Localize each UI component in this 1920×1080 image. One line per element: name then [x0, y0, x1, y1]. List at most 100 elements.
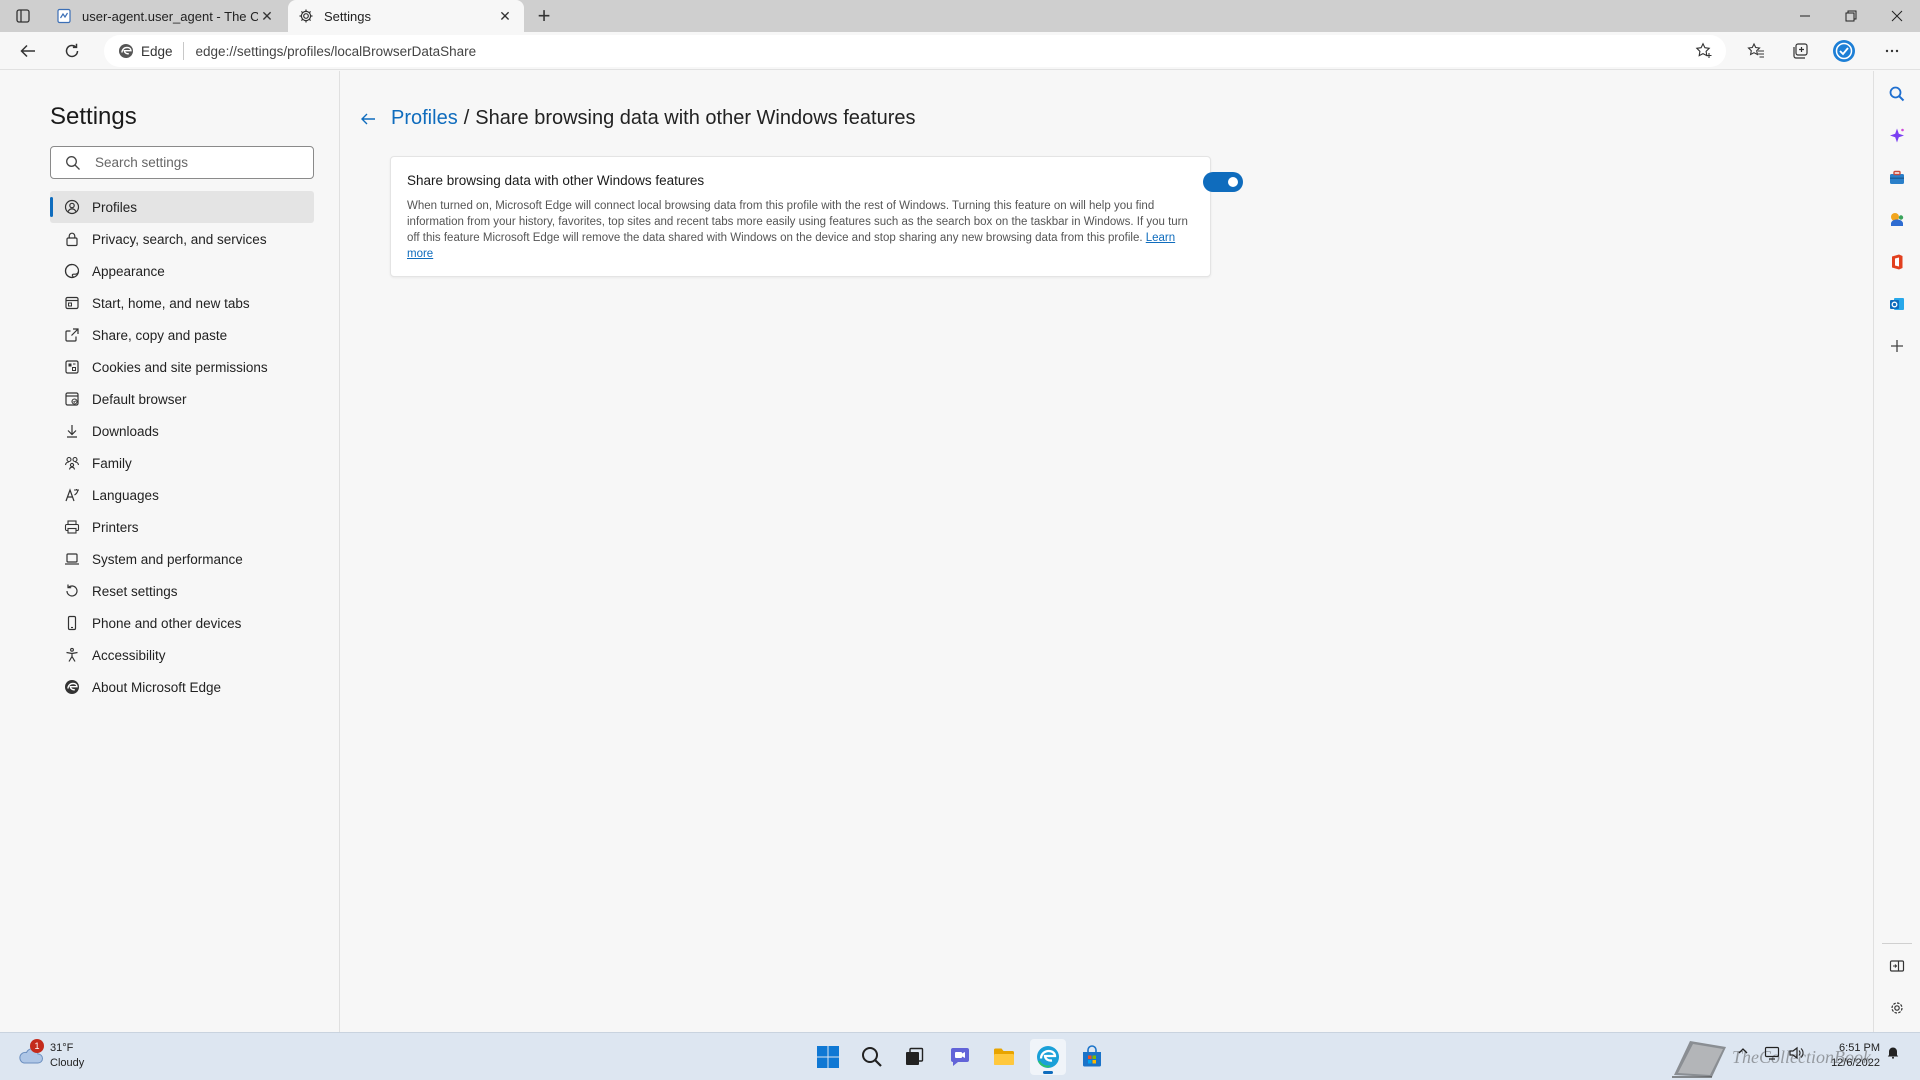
settings-sidebar: Settings Profiles Privacy, search, and s…	[0, 71, 340, 1032]
sidebar-item-system[interactable]: System and performance	[50, 543, 314, 575]
minimize-button[interactable]	[1782, 0, 1828, 32]
edge-sidebar	[1873, 71, 1920, 1032]
show-hidden-icons-chevron-icon[interactable]	[1734, 1045, 1752, 1057]
sidebar-item-label: Phone and other devices	[92, 615, 242, 631]
profile-icon	[64, 199, 80, 215]
system-clock[interactable]: 6:51 PM 12/6/2022	[1816, 1041, 1880, 1071]
back-arrow-icon[interactable]	[357, 108, 379, 130]
sidebar-item-about[interactable]: About Microsoft Edge	[50, 671, 314, 703]
add-favorite-icon[interactable]	[1694, 41, 1714, 61]
close-tab-icon[interactable]: ✕	[258, 7, 276, 25]
split-screen-icon[interactable]	[1886, 955, 1908, 977]
favorites-button[interactable]	[1742, 37, 1770, 65]
search-icon	[65, 155, 81, 171]
reset-icon	[64, 583, 80, 599]
sidebar-item-appearance[interactable]: Appearance	[50, 255, 314, 287]
notification-bell-icon[interactable]	[1884, 1045, 1902, 1059]
edge-taskbar-icon[interactable]	[1030, 1039, 1066, 1075]
sidebar-item-label: Reset settings	[92, 583, 178, 599]
sidebar-item-family[interactable]: Family	[50, 447, 314, 479]
url-text: edge://settings/profiles/localBrowserDat…	[195, 43, 477, 59]
site-info-chip[interactable]: Edge	[118, 42, 184, 60]
sidebar-item-share-copy[interactable]: Share, copy and paste	[50, 319, 314, 351]
new-tab-button[interactable]: +	[532, 3, 556, 28]
sidebar-item-label: Downloads	[92, 423, 159, 439]
sidebar-item-label: Privacy, search, and services	[92, 231, 267, 247]
address-bar[interactable]: Edge edge://settings/profiles/localBrows…	[104, 35, 1726, 67]
document-favicon-icon	[56, 8, 72, 24]
toggle-knob	[1228, 177, 1238, 187]
sidebar-item-printers[interactable]: Printers	[50, 511, 314, 543]
weather-condition: Cloudy	[50, 1057, 85, 1069]
sidebar-item-default-browser[interactable]: Default browser	[50, 383, 314, 415]
windows-taskbar: 1 31°F Cloudy TheCollectionBook 6:51 PM …	[0, 1032, 1920, 1080]
active-app-indicator	[1043, 1071, 1053, 1074]
phone-icon	[64, 615, 80, 631]
back-button[interactable]	[14, 37, 42, 65]
taskbar-search-icon[interactable]	[854, 1039, 890, 1075]
weather-widget[interactable]: 1 31°F Cloudy	[18, 1039, 85, 1071]
breadcrumb: Profiles / Share browsing data with othe…	[357, 107, 916, 130]
languages-icon	[64, 487, 80, 503]
lock-icon	[64, 231, 80, 247]
sidebar-item-accessibility[interactable]: Accessibility	[50, 639, 314, 671]
sidebar-item-label: Share, copy and paste	[92, 327, 228, 343]
restore-button[interactable]	[1828, 0, 1874, 32]
download-icon	[64, 423, 80, 439]
edge-logo-icon	[64, 679, 80, 695]
sidebar-item-privacy[interactable]: Privacy, search, and services	[50, 223, 314, 255]
book-watermark-icon	[1664, 1035, 1742, 1079]
more-menu-icon[interactable]	[1878, 37, 1906, 65]
site-label: Edge	[141, 43, 173, 59]
sidebar-item-label: System and performance	[92, 551, 243, 567]
weather-temp: 31°F	[50, 1042, 74, 1054]
search-input[interactable]	[95, 155, 295, 170]
tab-settings[interactable]: Settings ✕	[288, 0, 524, 32]
share-data-toggle[interactable]	[1203, 172, 1243, 192]
cloud-icon: 1	[18, 1039, 44, 1067]
file-explorer-icon[interactable]	[986, 1039, 1022, 1075]
sidebar-item-start-home[interactable]: Start, home, and new tabs	[50, 287, 314, 319]
sidebar-item-languages[interactable]: Languages	[50, 479, 314, 511]
volume-icon[interactable]	[1786, 1045, 1806, 1061]
search-box[interactable]	[50, 146, 314, 179]
search-icon[interactable]	[1886, 83, 1908, 105]
office-icon[interactable]	[1886, 251, 1908, 273]
edge-logo-icon	[118, 43, 134, 59]
profile-avatar[interactable]	[1830, 37, 1858, 65]
refresh-button[interactable]	[58, 37, 86, 65]
home-tabs-icon	[64, 295, 80, 311]
clock-time: 6:51 PM	[1839, 1042, 1880, 1054]
breadcrumb-profiles-link[interactable]: Profiles	[391, 107, 458, 130]
setting-title: Share browsing data with other Windows f…	[407, 173, 705, 188]
games-icon[interactable]	[1886, 209, 1908, 231]
sidebar-settings-gear-icon[interactable]	[1886, 997, 1908, 1019]
sidebar-item-label: Cookies and site permissions	[92, 359, 268, 375]
task-view-icon[interactable]	[896, 1039, 932, 1075]
tab-actions-icon[interactable]	[12, 6, 34, 26]
tab-user-agent[interactable]: user-agent.user_agent - The Coll ✕	[46, 0, 286, 32]
microsoft-store-icon[interactable]	[1074, 1039, 1110, 1075]
sidebar-item-cookies[interactable]: Cookies and site permissions	[50, 351, 314, 383]
network-monitor-icon[interactable]	[1762, 1045, 1782, 1061]
teams-chat-icon[interactable]	[942, 1039, 978, 1075]
sidebar-item-label: Family	[92, 455, 132, 471]
sidebar-item-label: Start, home, and new tabs	[92, 295, 250, 311]
start-button[interactable]	[810, 1039, 846, 1075]
sidebar-item-profiles[interactable]: Profiles	[50, 191, 314, 223]
tab-title: user-agent.user_agent - The Coll	[82, 8, 258, 24]
tools-briefcase-icon[interactable]	[1886, 167, 1908, 189]
sidebar-item-label: Accessibility	[92, 647, 166, 663]
sidebar-item-downloads[interactable]: Downloads	[50, 415, 314, 447]
gear-icon	[298, 8, 314, 24]
close-window-button[interactable]	[1874, 0, 1920, 32]
outlook-icon[interactable]	[1886, 293, 1908, 315]
sidebar-item-reset[interactable]: Reset settings	[50, 575, 314, 607]
discover-sparkle-icon[interactable]	[1886, 125, 1908, 147]
setting-description: When turned on, Microsoft Edge will conn…	[407, 198, 1197, 262]
collections-button[interactable]	[1786, 37, 1814, 65]
close-tab-icon[interactable]: ✕	[496, 7, 514, 25]
add-sidebar-app-icon[interactable]	[1886, 335, 1908, 357]
share-icon	[64, 327, 80, 343]
sidebar-item-phone[interactable]: Phone and other devices	[50, 607, 314, 639]
